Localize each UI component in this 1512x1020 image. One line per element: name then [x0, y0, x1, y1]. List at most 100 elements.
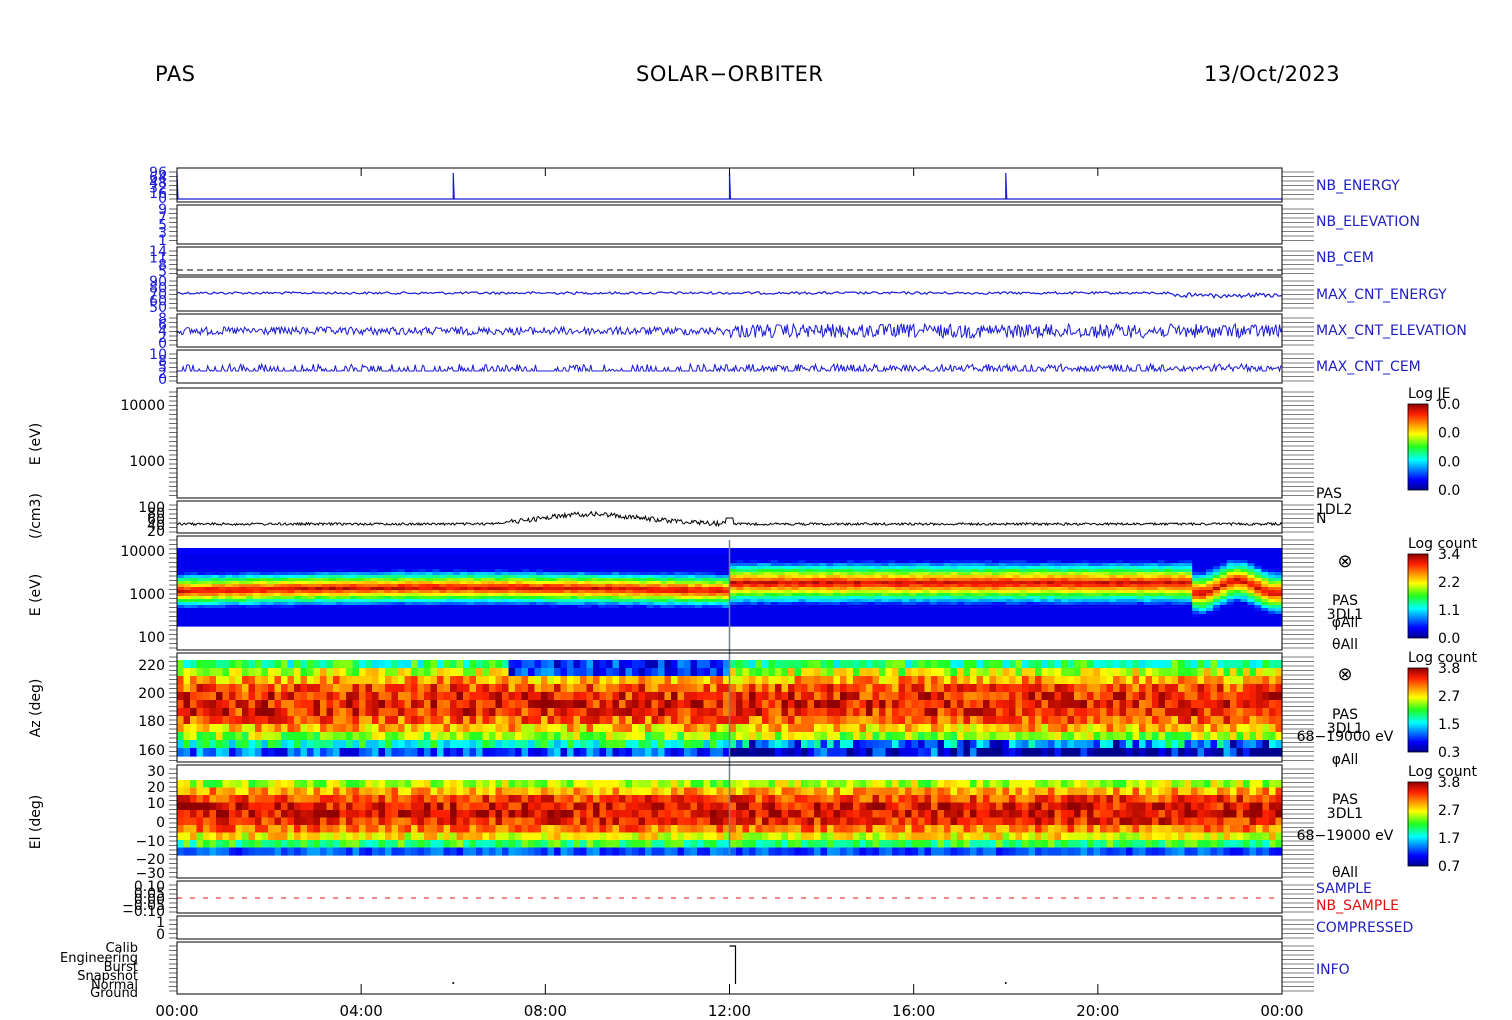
e-3dl1-cell — [1061, 623, 1069, 627]
e-3dl1-cell — [453, 623, 461, 627]
az-cell — [281, 692, 289, 701]
az-cell — [424, 732, 432, 741]
az-cell — [294, 716, 302, 725]
az-cell — [287, 660, 295, 669]
az-cell — [489, 684, 497, 693]
az-cell — [515, 684, 523, 693]
e-3dl1-cell — [1226, 623, 1235, 627]
az-cell — [411, 716, 419, 725]
e-3dl1-cell — [563, 623, 572, 627]
e-3dl1-cell — [922, 623, 931, 627]
e-3dl1-cell — [694, 623, 703, 627]
az-cell — [378, 732, 386, 741]
az-cell — [274, 740, 282, 749]
az-cell — [541, 740, 549, 749]
az-cell — [417, 684, 425, 693]
az-cell — [216, 684, 224, 693]
e-3dl1-cell — [853, 623, 862, 627]
az-cell — [528, 700, 536, 709]
az-cell — [209, 660, 217, 669]
az-cell — [482, 700, 490, 709]
az-cell — [456, 716, 464, 725]
az-cell — [255, 684, 263, 693]
az-cell — [417, 668, 425, 677]
az-cell — [489, 676, 497, 685]
az-cell — [606, 660, 614, 669]
e-3dl1-cell — [1185, 623, 1193, 627]
e-3dl1-cell — [660, 623, 668, 627]
az-cell — [248, 692, 256, 701]
az-cell — [495, 684, 503, 693]
az-cell — [190, 684, 198, 693]
az-cell — [534, 740, 542, 749]
az-cell — [534, 748, 542, 757]
az-cell — [515, 740, 523, 749]
az-cell — [586, 676, 594, 685]
az-cell — [313, 660, 321, 669]
az-cell — [547, 748, 555, 757]
az-cell — [437, 748, 445, 757]
az-cell — [346, 700, 354, 709]
az-cell — [489, 740, 497, 749]
az-cell — [352, 716, 360, 725]
az-cell — [203, 732, 211, 741]
e-3dl1-cell — [177, 623, 185, 627]
az-cell — [450, 724, 458, 733]
az-cell — [183, 724, 191, 733]
az-cell — [352, 692, 360, 701]
e-3dl1-cell — [1130, 623, 1138, 627]
az-cell — [235, 748, 243, 757]
e-3dl1-cell — [439, 623, 447, 627]
az-cell — [508, 676, 516, 685]
az-cell — [554, 676, 562, 685]
az-cell — [515, 668, 523, 677]
az-cell — [515, 660, 523, 669]
az-cell — [359, 700, 367, 709]
az-cell — [521, 740, 529, 749]
az-cell — [443, 732, 451, 741]
az-cell — [547, 700, 555, 709]
az-cell — [307, 676, 315, 685]
az-cell — [469, 684, 477, 693]
e-3dl1-cell — [1012, 623, 1021, 627]
az-cell — [391, 708, 399, 717]
az-cell — [326, 668, 334, 677]
az-cell — [177, 676, 185, 685]
az-cell — [300, 692, 308, 701]
az-cell — [521, 700, 529, 709]
az-cell — [573, 724, 581, 733]
az-cell — [521, 748, 529, 757]
az-cell — [261, 708, 269, 717]
e-3dl1-cell — [1268, 623, 1276, 627]
az-cell — [307, 740, 315, 749]
az-cell — [274, 732, 282, 741]
az-cell — [190, 732, 198, 741]
az-cell — [606, 668, 614, 677]
az-cell — [287, 676, 295, 685]
e-3dl1-cell — [598, 623, 606, 627]
az-cell — [385, 716, 393, 725]
az-cell — [190, 692, 198, 701]
az-cell — [222, 724, 230, 733]
az-cell — [320, 676, 328, 685]
az-cell — [365, 692, 373, 701]
az-cell — [209, 708, 217, 717]
az-cell — [456, 676, 464, 685]
az-cell — [554, 692, 562, 701]
az-cell — [287, 708, 295, 717]
az-cell — [476, 692, 484, 701]
az-cell — [417, 692, 425, 701]
az-cell — [495, 716, 503, 725]
az-cell — [248, 732, 256, 741]
e-3dl1-cell — [391, 623, 399, 627]
e-3dl1-cell — [929, 623, 938, 627]
az-cell — [359, 676, 367, 685]
az-cell — [482, 708, 490, 717]
az-cell — [326, 700, 334, 709]
az-cell — [268, 692, 276, 701]
az-cell — [599, 668, 607, 677]
e-3dl1-cell — [936, 623, 945, 627]
az-cell — [580, 692, 588, 701]
az-cell — [450, 708, 458, 717]
az-cell — [476, 716, 484, 725]
